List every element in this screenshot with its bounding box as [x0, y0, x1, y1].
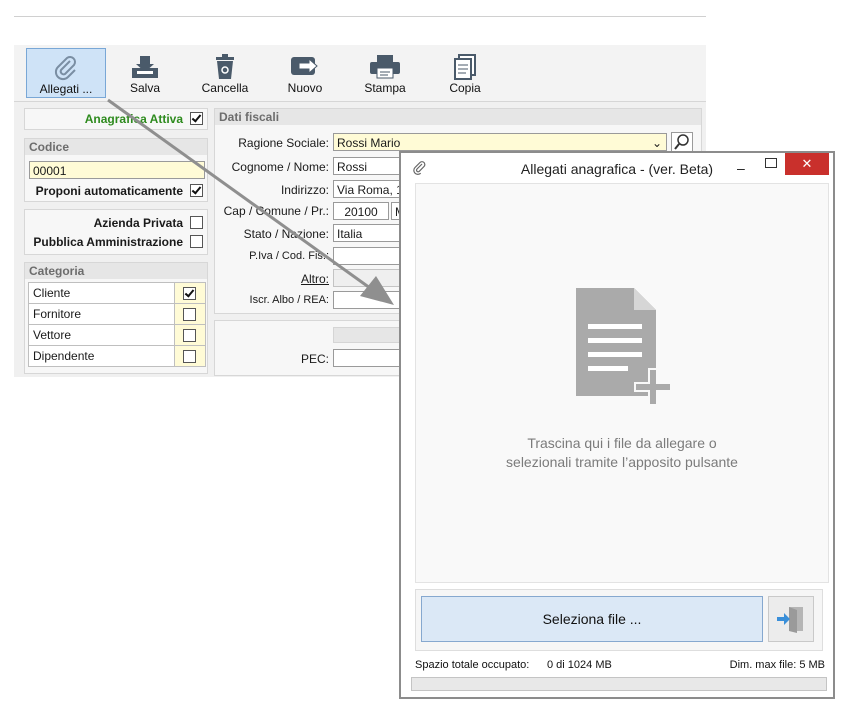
status-value: 0 di 1024 MB: [547, 659, 612, 671]
status-label: Spazio totale occupato:: [415, 659, 530, 671]
max-file-size: Dim. max file: 5 MB: [729, 659, 825, 671]
select-area: Seleziona file ...: [415, 589, 823, 651]
drop-zone[interactable]: Trascina qui i file da allegare o selezi…: [415, 183, 829, 583]
exit-door-icon: [777, 607, 803, 633]
drop-text-line1: Trascina qui i file da allegare o: [527, 435, 717, 451]
drop-text-line2: selezionali tramite l’apposito pulsante: [506, 454, 738, 470]
select-file-button[interactable]: Seleziona file ...: [421, 596, 763, 642]
attachments-dialog: Allegati anagrafica - (ver. Beta) – ✕ Tr…: [399, 151, 835, 699]
maximize-button[interactable]: [765, 158, 777, 168]
add-document-icon: [576, 288, 680, 421]
exit-button[interactable]: [768, 596, 814, 642]
close-button[interactable]: ✕: [785, 153, 829, 175]
status-bar: Spazio totale occupato: 0 di 1024 MB Dim…: [411, 657, 825, 677]
dialog-titlebar: Allegati anagrafica - (ver. Beta) – ✕: [401, 153, 833, 183]
drop-instructions: Trascina qui i file da allegare o selezi…: [416, 434, 828, 472]
progress-bar: [411, 677, 827, 691]
minimize-button[interactable]: –: [737, 160, 745, 176]
